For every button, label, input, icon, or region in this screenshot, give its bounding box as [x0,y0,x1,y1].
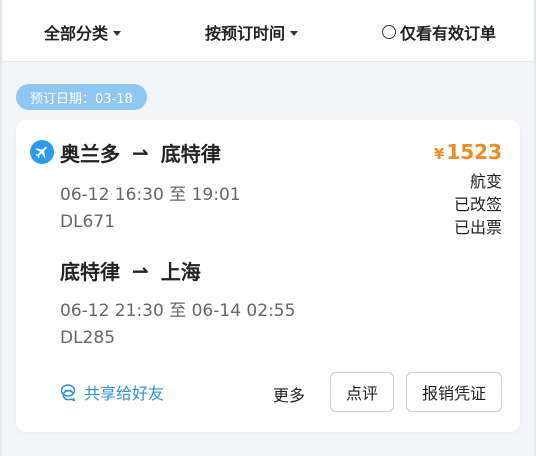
booking-date-tag: 预订日期：03-18 [16,84,147,110]
reimbursement-voucher-button[interactable]: 报销凭证 [406,372,502,412]
status-badge: 已出票 [453,218,502,237]
segment-1-destination: 底特律 [160,142,221,166]
share-label: 共享给好友 [84,384,165,403]
chevron-down-icon [113,30,122,36]
chat-icon [60,384,76,401]
price-currency: ¥ [433,145,445,163]
segment-2-depart: 06-12 21:30 [60,301,164,321]
valid-only-label: 仅看有效订单 [400,24,497,43]
status-badge: 航变 [469,172,502,191]
more-button[interactable]: 更多 [273,382,305,406]
segment-2-flight-number: DL285 [60,328,116,348]
segment-2-destination: 上海 [160,260,201,284]
segment-1-flight-number: DL671 [60,212,116,232]
segment-1-sep: 至 [169,185,187,205]
segment-2-route: 底特律 ⇀ 上海 [60,256,201,285]
segment-1-route: 奥兰多 ⇀ 底特律 [60,138,221,167]
category-filter[interactable]: 全部分类 [44,20,122,44]
radio-circle-icon [382,25,396,39]
price-amount: 1523 [446,140,502,164]
review-button[interactable]: 点评 [330,372,394,412]
status-badge: 已改签 [453,195,502,214]
valid-only-toggle[interactable]: 仅看有效订单 [382,20,496,44]
share-with-friends-link[interactable]: 共享给好友 [60,380,164,404]
segment-1-arrow: ⇀ [132,140,149,165]
order-card[interactable]: 奥兰多 ⇀ 底特律 06-12 16:30 至 19:01 DL671 ¥152… [16,120,520,432]
sort-filter-label: 按预订时间 [205,24,286,43]
segment-1-arrive: 19:01 [191,185,241,205]
segment-2-arrive: 06-14 02:55 [191,301,296,321]
segment-2-time: 06-12 21:30 至 06-14 02:55 [60,296,295,321]
segment-1-time: 06-12 16:30 至 19:01 [60,180,241,205]
filter-bar: 全部分类 按预订时间 仅看有效订单 [2,0,534,62]
segment-1-depart: 06-12 16:30 [60,185,164,205]
plane-icon [30,140,54,164]
segment-2-origin: 底特律 [60,260,120,284]
segment-2-sep: 至 [169,301,187,321]
order-price: ¥1523 [434,140,502,164]
sort-filter[interactable]: 按预订时间 [205,20,299,44]
segment-1-origin: 奥兰多 [60,142,120,166]
segment-2-arrow: ⇀ [132,258,149,283]
chevron-down-icon [290,30,299,36]
category-filter-label: 全部分类 [44,24,109,43]
